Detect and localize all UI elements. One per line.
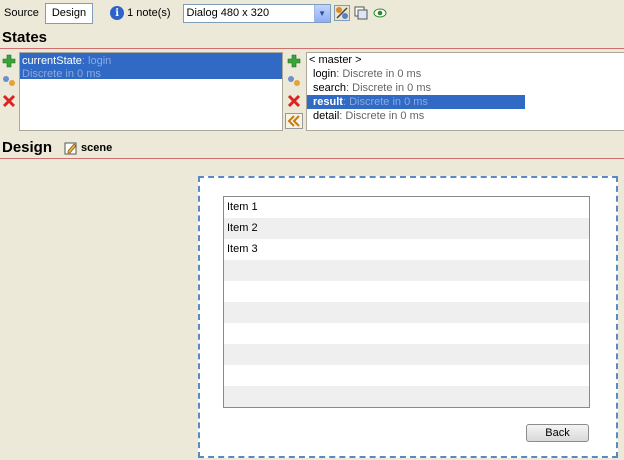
list-item[interactable] — [224, 302, 589, 323]
move-left-icon[interactable] — [285, 113, 303, 129]
list-item[interactable] — [224, 344, 589, 365]
delete-state-icon[interactable] — [286, 93, 302, 109]
add-state-icon[interactable] — [286, 53, 302, 69]
dialog-size-select[interactable]: Dialog 480 x 320 ▼ — [182, 3, 331, 23]
list-item[interactable]: Item 1 — [224, 197, 589, 218]
dialog-size-value: Dialog 480 x 320 — [186, 7, 270, 19]
scene-label[interactable]: scene — [81, 142, 112, 154]
state-transition: : Discrete in 0 ms — [346, 82, 431, 94]
notes-count[interactable]: 1 note(s) — [127, 7, 170, 19]
state-transition: : Discrete in 0 ms — [336, 68, 422, 80]
left-state-actions — [0, 53, 18, 113]
state-name: result — [313, 96, 343, 108]
list-item[interactable] — [224, 260, 589, 281]
eye-icon[interactable] — [372, 5, 388, 21]
state-transition: : Discrete in 0 ms — [339, 110, 425, 122]
scene-icon — [64, 141, 78, 155]
state-transition: : Discrete in 0 ms — [342, 96, 428, 108]
list-item[interactable] — [224, 323, 589, 344]
dialog-preview[interactable]: Item 1 Item 2 Item 3 Back — [198, 176, 618, 458]
states-panel: currentState: login Discrete in 0 ms < m… — [0, 50, 624, 135]
tools-icon[interactable] — [333, 5, 350, 21]
current-state-value: : login — [81, 55, 112, 67]
state-item-login[interactable]: login: Discrete in 0 ms — [307, 67, 624, 81]
states-header: States — [0, 27, 624, 49]
current-state-row[interactable]: currentState: login Discrete in 0 ms — [20, 53, 282, 80]
list-item[interactable]: Item 2 — [224, 218, 589, 239]
delete-state-icon[interactable] — [1, 93, 17, 109]
state-item-result[interactable]: result: Discrete in 0 ms — [307, 95, 525, 109]
back-button[interactable]: Back — [526, 424, 589, 442]
states-list[interactable]: < master > login: Discrete in 0 ms searc… — [306, 52, 624, 131]
info-icon[interactable]: i — [110, 6, 125, 20]
edit-state-icon[interactable] — [286, 73, 302, 89]
current-state-name: currentState — [22, 55, 82, 67]
state-name: login — [313, 68, 337, 80]
window-icon[interactable] — [353, 5, 369, 21]
state-item-detail[interactable]: detail: Discrete in 0 ms — [307, 109, 624, 123]
list-item[interactable] — [224, 386, 589, 407]
right-state-actions — [285, 53, 303, 133]
design-title: Design — [2, 139, 53, 156]
dropdown-arrow-icon[interactable]: ▼ — [313, 4, 330, 22]
state-name: detail — [313, 110, 340, 122]
items-list[interactable]: Item 1 Item 2 Item 3 — [223, 196, 590, 408]
design-canvas: Item 1 Item 2 Item 3 Back — [0, 160, 624, 460]
design-tab[interactable]: Design — [44, 2, 94, 24]
source-tab[interactable]: Source — [4, 7, 39, 19]
design-header: Design scene — [0, 137, 624, 159]
state-item-master[interactable]: < master > — [307, 53, 624, 67]
state-name: search — [313, 82, 347, 94]
add-state-icon[interactable] — [1, 53, 17, 69]
current-state-list[interactable]: currentState: login Discrete in 0 ms — [19, 52, 283, 131]
state-name: < master > — [309, 54, 362, 66]
edit-state-icon[interactable] — [1, 73, 17, 89]
top-toolbar: Source Design i 1 note(s) Dialog 480 x 3… — [0, 0, 624, 26]
list-item[interactable] — [224, 281, 589, 302]
list-item[interactable] — [224, 365, 589, 386]
current-state-transition: Discrete in 0 ms — [22, 68, 101, 80]
state-item-search[interactable]: search: Discrete in 0 ms — [307, 81, 624, 95]
list-item[interactable]: Item 3 — [224, 239, 589, 260]
